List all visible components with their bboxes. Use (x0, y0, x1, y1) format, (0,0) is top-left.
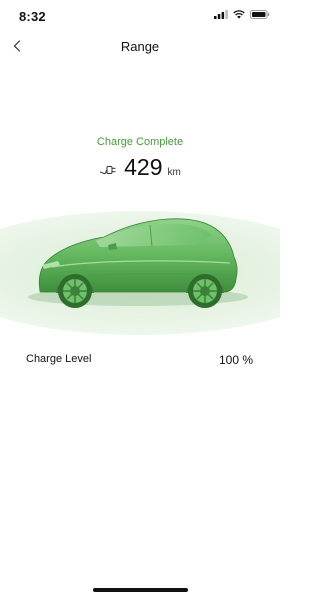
charge-level-value: 100 % (218, 353, 253, 367)
nav-header: Range (0, 30, 280, 64)
charge-status: Charge Complete (96, 136, 184, 148)
front-wheel (58, 274, 92, 308)
signal-icon (214, 10, 228, 19)
status-icons (214, 10, 270, 19)
rear-wheel (188, 274, 222, 308)
status-time: 8:32 (19, 9, 46, 24)
car-image (0, 205, 320, 340)
plug-icon (100, 166, 116, 175)
car-illustration (0, 211, 320, 335)
wifi-icon (233, 10, 245, 19)
range-value: 429 (124, 154, 163, 180)
page-title: Range (120, 39, 160, 54)
range-readout: 429 km (0, 154, 280, 181)
status-bar: 8:32 (0, 0, 280, 30)
range-unit: km (167, 167, 181, 178)
charge-level-label: Charge Level (26, 353, 92, 365)
home-indicator (93, 588, 188, 592)
battery-icon (250, 10, 270, 19)
charge-level-row: Charge Level 100 % (0, 351, 280, 371)
